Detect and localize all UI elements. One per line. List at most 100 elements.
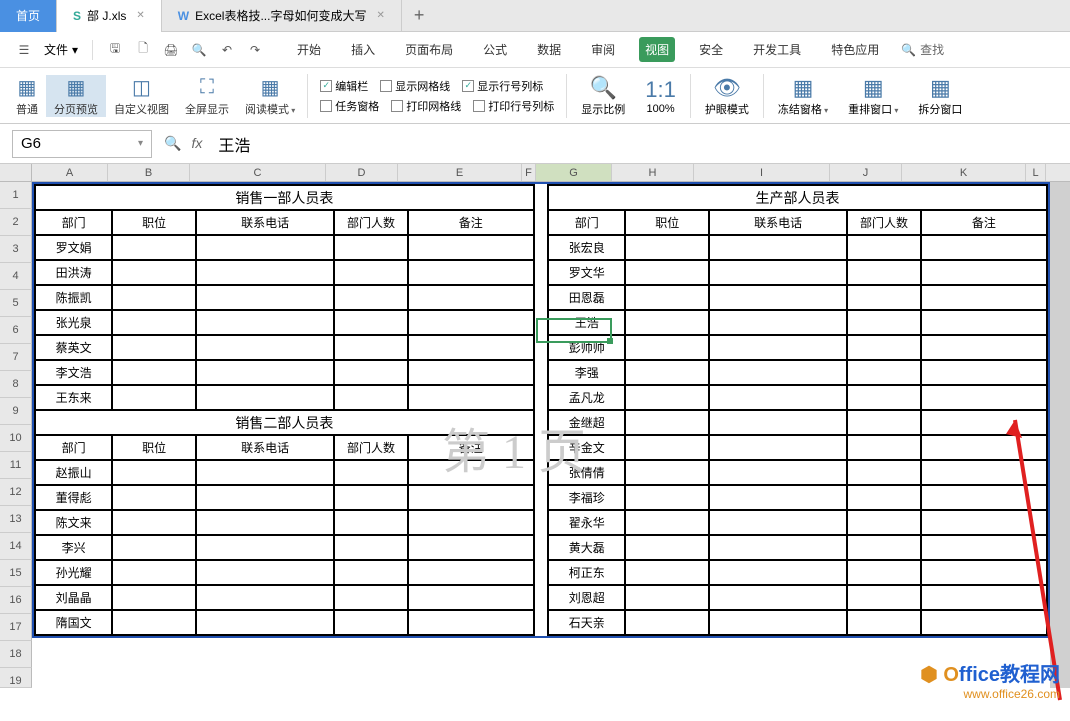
row-header-8[interactable]: 8 bbox=[0, 371, 32, 398]
cell[interactable] bbox=[112, 260, 195, 285]
cell[interactable] bbox=[625, 285, 708, 310]
row-header-10[interactable]: 10 bbox=[0, 425, 32, 452]
cell[interactable]: 联系电话 bbox=[709, 210, 847, 235]
cell[interactable] bbox=[334, 485, 407, 510]
cell[interactable] bbox=[625, 410, 708, 435]
cell[interactable] bbox=[847, 435, 920, 460]
cell[interactable] bbox=[847, 235, 920, 260]
cell[interactable]: 销售一部人员表 bbox=[35, 185, 534, 210]
col-header-h[interactable]: H bbox=[612, 164, 694, 181]
cell[interactable] bbox=[921, 610, 1047, 635]
cell[interactable]: 联系电话 bbox=[196, 435, 334, 460]
col-header-f[interactable]: F bbox=[522, 164, 536, 181]
cell[interactable] bbox=[196, 585, 334, 610]
cell[interactable]: 田洪涛 bbox=[35, 260, 112, 285]
check-print-headers[interactable]: 打印行号列标 bbox=[473, 98, 554, 114]
row-header-7[interactable]: 7 bbox=[0, 344, 32, 371]
cell[interactable] bbox=[112, 535, 195, 560]
cell[interactable]: 备注 bbox=[408, 210, 534, 235]
cell[interactable] bbox=[196, 285, 334, 310]
cell[interactable] bbox=[921, 360, 1047, 385]
cell[interactable] bbox=[625, 360, 708, 385]
cell[interactable] bbox=[921, 310, 1047, 335]
view-fullscreen[interactable]: ⛶全屏显示 bbox=[177, 75, 237, 117]
freeze-button[interactable]: ▦冻结窗格 bbox=[768, 75, 838, 117]
view-custom[interactable]: ◫自定义视图 bbox=[106, 75, 177, 117]
row-header-18[interactable]: 18 bbox=[0, 641, 32, 668]
cell[interactable]: 黄大磊 bbox=[548, 535, 625, 560]
print-preview-icon[interactable]: 🔍 bbox=[190, 41, 208, 59]
cell[interactable] bbox=[408, 385, 534, 410]
tab-review[interactable]: 审阅 bbox=[585, 37, 621, 62]
cell[interactable] bbox=[112, 460, 195, 485]
cell[interactable] bbox=[625, 610, 708, 635]
tab-add-button[interactable]: + bbox=[402, 5, 437, 26]
cell[interactable] bbox=[709, 560, 847, 585]
cell[interactable] bbox=[847, 360, 920, 385]
cell[interactable]: 陈文来 bbox=[35, 510, 112, 535]
cell[interactable] bbox=[625, 460, 708, 485]
cell[interactable] bbox=[921, 335, 1047, 360]
cell[interactable] bbox=[625, 560, 708, 585]
cell-reference-box[interactable]: G6 bbox=[12, 130, 152, 158]
cell[interactable] bbox=[112, 610, 195, 635]
cell[interactable] bbox=[408, 260, 534, 285]
cell[interactable] bbox=[847, 610, 920, 635]
cell[interactable] bbox=[196, 510, 334, 535]
cell[interactable] bbox=[625, 485, 708, 510]
cell[interactable] bbox=[921, 585, 1047, 610]
select-all-corner[interactable] bbox=[0, 164, 32, 181]
col-header-a[interactable]: A bbox=[32, 164, 108, 181]
cell[interactable]: 李强 bbox=[548, 360, 625, 385]
cell[interactable] bbox=[408, 235, 534, 260]
cell[interactable] bbox=[625, 235, 708, 260]
cell[interactable] bbox=[408, 310, 534, 335]
hamburger-icon[interactable]: ☰ bbox=[15, 41, 33, 59]
cell[interactable] bbox=[196, 560, 334, 585]
cell[interactable]: 隋国文 bbox=[35, 610, 112, 635]
cell[interactable] bbox=[921, 535, 1047, 560]
file-menu[interactable]: 文件 ▾ bbox=[40, 37, 82, 62]
zoom-button[interactable]: 🔍显示比例 bbox=[571, 75, 635, 117]
cell[interactable]: 李福珍 bbox=[548, 485, 625, 510]
cell[interactable]: 柯正东 bbox=[548, 560, 625, 585]
cell[interactable] bbox=[709, 585, 847, 610]
cell[interactable]: 刘晶晶 bbox=[35, 585, 112, 610]
cell[interactable]: 孙光耀 bbox=[35, 560, 112, 585]
cell[interactable] bbox=[334, 560, 407, 585]
row-header-15[interactable]: 15 bbox=[0, 560, 32, 587]
row-header-12[interactable]: 12 bbox=[0, 479, 32, 506]
cell[interactable] bbox=[112, 360, 195, 385]
row-header-13[interactable]: 13 bbox=[0, 506, 32, 533]
row-header-14[interactable]: 14 bbox=[0, 533, 32, 560]
cell[interactable] bbox=[408, 510, 534, 535]
cell[interactable]: 翟永华 bbox=[548, 510, 625, 535]
cell[interactable] bbox=[334, 360, 407, 385]
cell[interactable] bbox=[921, 460, 1047, 485]
col-header-k[interactable]: K bbox=[902, 164, 1026, 181]
cell[interactable]: 董得彪 bbox=[35, 485, 112, 510]
cell[interactable] bbox=[709, 310, 847, 335]
cell[interactable] bbox=[921, 410, 1047, 435]
cell[interactable] bbox=[112, 335, 195, 360]
row-header-2[interactable]: 2 bbox=[0, 209, 32, 236]
cell[interactable] bbox=[921, 235, 1047, 260]
cell[interactable]: 销售二部人员表 bbox=[35, 410, 534, 435]
tab-home[interactable]: 首页 bbox=[0, 0, 57, 32]
cell[interactable] bbox=[112, 510, 195, 535]
cell[interactable]: 备注 bbox=[408, 435, 534, 460]
row-header-9[interactable]: 9 bbox=[0, 398, 32, 425]
save-icon[interactable]: 🖫 bbox=[106, 41, 124, 59]
row-header-5[interactable]: 5 bbox=[0, 290, 32, 317]
cell[interactable]: 辛金文 bbox=[548, 435, 625, 460]
row-header-11[interactable]: 11 bbox=[0, 452, 32, 479]
cell[interactable] bbox=[112, 235, 195, 260]
row-header-17[interactable]: 17 bbox=[0, 614, 32, 641]
tab-start[interactable]: 开始 bbox=[291, 37, 327, 62]
cell[interactable] bbox=[196, 385, 334, 410]
tab-file-1[interactable]: S 部 J.xls ✕ bbox=[57, 0, 162, 32]
view-pagebreak[interactable]: ▦分页预览 bbox=[46, 75, 106, 117]
cell[interactable] bbox=[112, 585, 195, 610]
check-print-gridlines[interactable]: 打印网格线 bbox=[391, 98, 461, 114]
cell[interactable] bbox=[408, 610, 534, 635]
